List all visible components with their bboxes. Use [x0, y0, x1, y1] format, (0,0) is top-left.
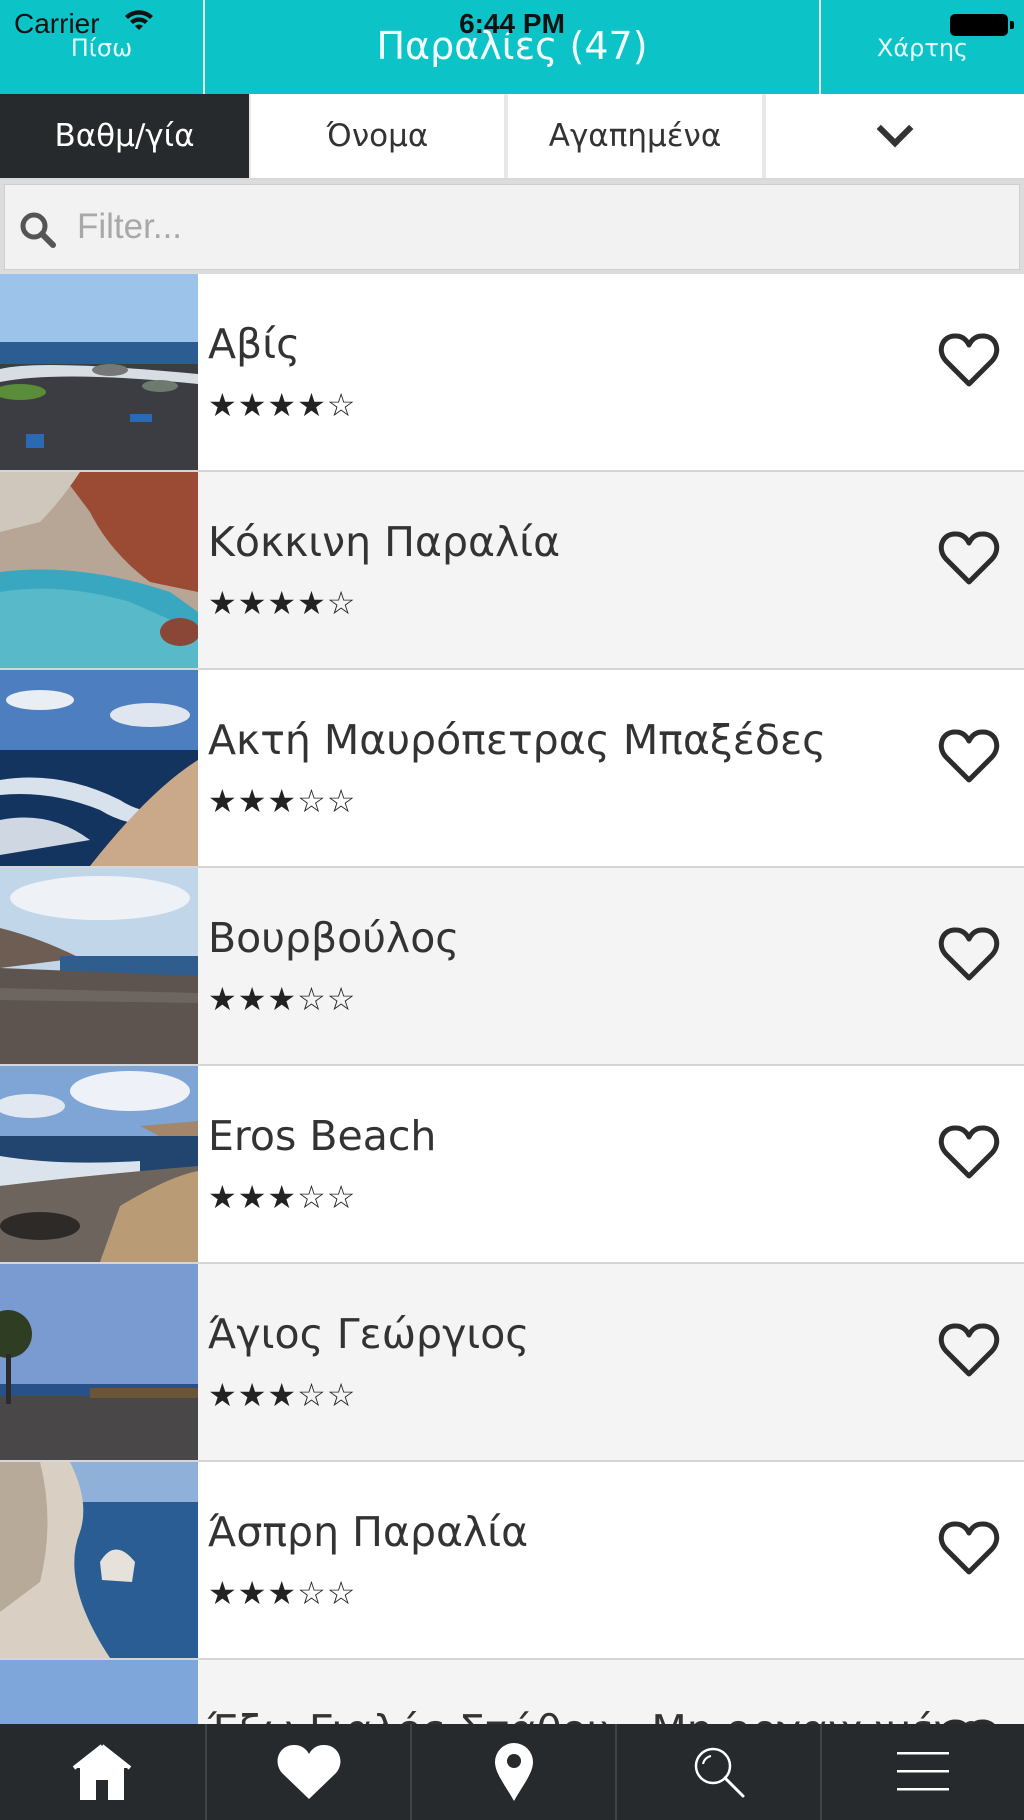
beach-name: Άσπρη Παραλία — [208, 1508, 529, 1556]
tab-favorites[interactable]: Αγαπημένα — [508, 94, 762, 178]
list-item[interactable]: Κόκκινη Παραλία ★★★★☆ — [0, 472, 1024, 670]
chevron-down-icon — [876, 110, 914, 148]
tab-rating[interactable]: Βαθμ/γία — [0, 94, 249, 178]
heart-icon — [277, 1744, 341, 1799]
heart-icon[interactable] — [938, 1124, 1000, 1180]
beach-thumbnail — [0, 1066, 198, 1262]
heart-icon[interactable] — [938, 728, 1000, 784]
heart-icon[interactable] — [938, 1520, 1000, 1576]
beach-name: Έξω Γιαλός Στάθου - Μη οργανωμένη — [208, 1706, 983, 1724]
bottom-tab-bar — [0, 1724, 1024, 1820]
list-item[interactable]: Ακτή Μαυρόπετρας Μπαξέδες ★★★☆☆ — [0, 670, 1024, 868]
beach-thumbnail — [0, 472, 198, 668]
sort-tabs: Βαθμ/γία Όνομα Αγαπημένα — [0, 94, 1024, 180]
heart-icon[interactable] — [938, 332, 1000, 388]
beach-thumbnail — [0, 1264, 198, 1460]
map-pin-icon — [495, 1743, 533, 1801]
heart-icon[interactable] — [938, 530, 1000, 586]
top-navbar: Πίσω Παραλίες (47) Χάρτης Carrier 6:44 P… — [0, 0, 1024, 94]
list-item[interactable]: Έξω Γιαλός Στάθου - Μη οργανωμένη — [0, 1660, 1024, 1724]
tab-name[interactable]: Όνομα — [251, 94, 504, 178]
battery-icon — [950, 14, 1014, 36]
rating-stars: ★★★☆☆ — [208, 1376, 357, 1414]
beach-thumbnail — [0, 274, 198, 470]
beach-name: Eros Beach — [208, 1112, 437, 1160]
tab-search[interactable] — [617, 1724, 821, 1820]
heart-icon[interactable] — [938, 926, 1000, 982]
list-item[interactable]: Eros Beach ★★★☆☆ — [0, 1066, 1024, 1264]
beach-thumbnail — [0, 1660, 198, 1724]
heart-icon[interactable] — [938, 1322, 1000, 1378]
search-icon — [694, 1747, 745, 1798]
status-time: 6:44 PM — [459, 8, 565, 39]
filter-placeholder: Filter... — [77, 207, 183, 246]
tab-map[interactable] — [412, 1724, 616, 1820]
tab-favorites-bottom[interactable] — [207, 1724, 411, 1820]
filter-input[interactable]: Filter... — [4, 184, 1020, 270]
tab-home[interactable] — [0, 1724, 204, 1820]
beach-name: Άγιος Γεώργιος — [208, 1310, 530, 1358]
beach-name: Βουρβούλος — [208, 914, 460, 962]
home-icon — [72, 1744, 132, 1800]
beach-list[interactable]: Αβίς ★★★★☆ Κόκκινη Παραλία ★★★★☆ Ακτή Μα… — [0, 274, 1024, 1724]
rating-stars: ★★★★☆ — [208, 386, 357, 424]
filter-bar: Filter... — [0, 180, 1024, 274]
tab-menu[interactable] — [822, 1724, 1024, 1820]
search-icon — [20, 212, 56, 248]
list-item[interactable]: Βουρβούλος ★★★☆☆ — [0, 868, 1024, 1066]
list-item[interactable]: Άσπρη Παραλία ★★★☆☆ — [0, 1462, 1024, 1660]
beach-name: Κόκκινη Παραλία — [208, 518, 561, 566]
more-sort-button[interactable] — [766, 94, 1024, 178]
rating-stars: ★★★☆☆ — [208, 1178, 357, 1216]
list-item[interactable]: Άγιος Γεώργιος ★★★☆☆ — [0, 1264, 1024, 1462]
rating-stars: ★★★★☆ — [208, 584, 357, 622]
rating-stars: ★★★☆☆ — [208, 782, 357, 820]
rating-stars: ★★★☆☆ — [208, 980, 357, 1018]
list-item[interactable]: Αβίς ★★★★☆ — [0, 274, 1024, 472]
beach-name: Αβίς — [208, 320, 301, 368]
beach-name: Ακτή Μαυρόπετρας Μπαξέδες — [208, 716, 827, 764]
menu-icon — [897, 1752, 949, 1791]
beach-thumbnail — [0, 1462, 198, 1658]
rating-stars: ★★★☆☆ — [208, 1574, 357, 1612]
beach-thumbnail — [0, 868, 198, 1064]
beach-thumbnail — [0, 670, 198, 866]
